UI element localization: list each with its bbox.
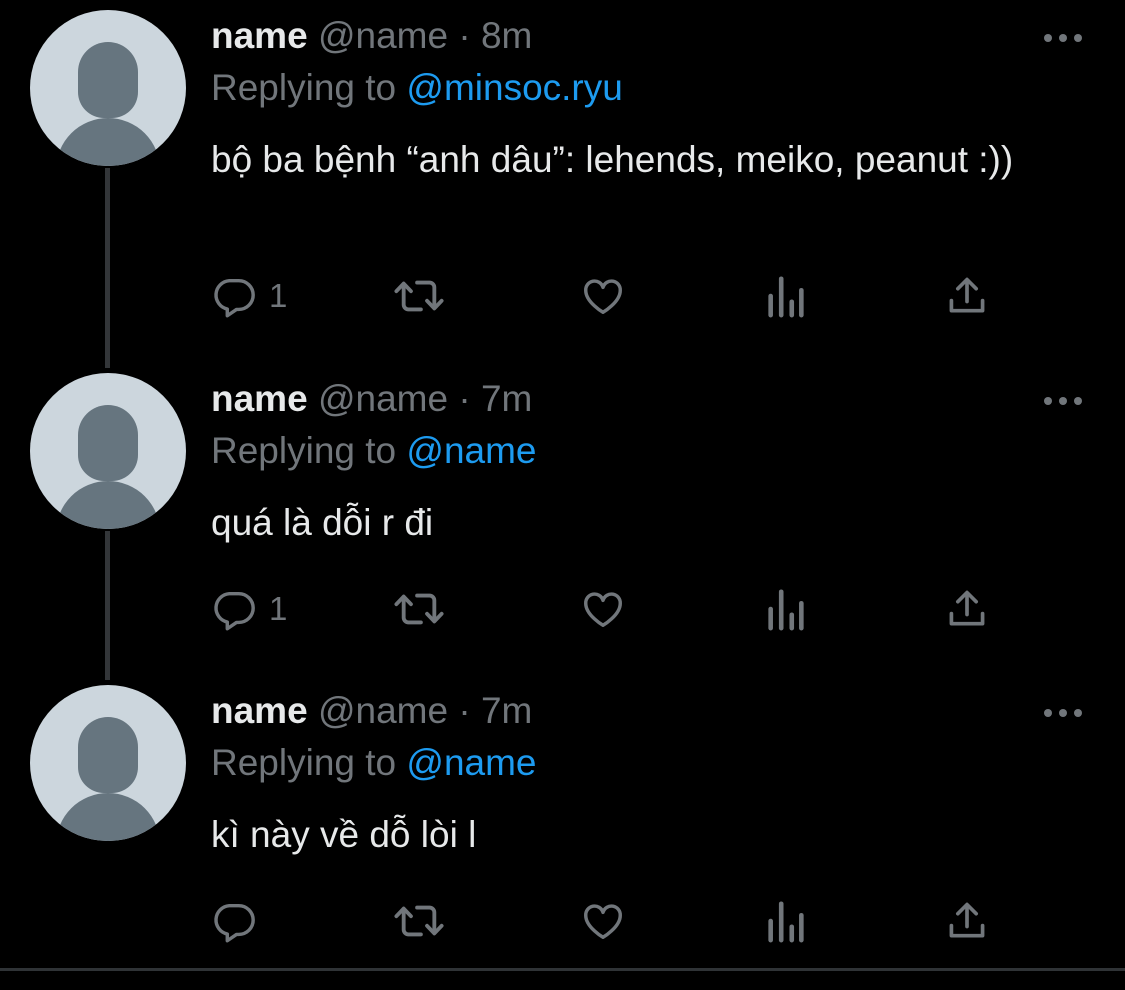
avatar[interactable] — [30, 10, 186, 166]
views-button[interactable] — [765, 891, 807, 951]
views-icon — [768, 276, 804, 318]
like-button[interactable] — [579, 891, 627, 951]
tweet-text: quá là dỗi r đi — [211, 502, 434, 543]
display-name[interactable]: name — [211, 378, 308, 419]
share-icon — [949, 277, 985, 313]
tweet-header: name @name · 7m — [211, 689, 532, 733]
user-handle[interactable]: @name — [318, 15, 448, 56]
like-button[interactable] — [579, 579, 627, 639]
avatar-head-shape — [78, 42, 138, 118]
tweet-header: name @name · 8m — [211, 14, 532, 58]
divider — [0, 968, 1125, 971]
retweet-icon — [394, 593, 444, 625]
replying-to-label: Replying to — [211, 742, 397, 783]
like-icon — [584, 279, 622, 315]
tweet[interactable]: name @name · 7m Replying to @name kì này… — [0, 675, 1125, 967]
more-options-button[interactable] — [1038, 381, 1088, 421]
more-icon — [1044, 397, 1082, 405]
display-name[interactable]: name — [211, 15, 308, 56]
retweet-button[interactable] — [391, 579, 447, 639]
reply-icon — [214, 591, 255, 631]
retweet-button[interactable] — [391, 266, 447, 326]
reply-button[interactable]: 1 — [211, 579, 287, 639]
replying-to-label: Replying to — [211, 430, 397, 471]
reply-icon — [214, 903, 255, 943]
views-icon — [768, 589, 804, 631]
separator-dot: · — [458, 690, 471, 731]
like-icon — [584, 904, 622, 940]
avatar-body-shape — [56, 793, 160, 841]
more-icon — [1044, 34, 1082, 42]
tweet-actions: 1 — [211, 579, 1011, 639]
avatar[interactable] — [30, 685, 186, 841]
tweet-text: bộ ba bệnh “anh dâu”: lehends, meiko, pe… — [211, 139, 1014, 180]
avatar-head-shape — [78, 717, 138, 793]
reply-button[interactable] — [211, 891, 269, 951]
avatar-body-shape — [56, 118, 160, 166]
timestamp[interactable]: 8m — [481, 15, 532, 56]
separator-dot: · — [458, 378, 471, 419]
separator-dot: · — [458, 15, 471, 56]
retweet-icon — [394, 280, 444, 312]
views-icon — [768, 901, 804, 943]
views-button[interactable] — [765, 579, 807, 639]
reply-thread: name @name · 8m Replying to @minsoc.ryu … — [0, 0, 1125, 990]
tweet[interactable]: name @name · 7m Replying to @name quá là… — [0, 363, 1125, 673]
share-button[interactable] — [945, 579, 989, 639]
share-button[interactable] — [945, 891, 989, 951]
tweet[interactable]: name @name · 8m Replying to @minsoc.ryu … — [0, 0, 1125, 362]
avatar-head-shape — [78, 405, 138, 481]
retweet-button[interactable] — [391, 891, 447, 951]
reply-count: 1 — [269, 590, 288, 627]
mention-link[interactable]: @name — [406, 742, 536, 783]
share-button[interactable] — [945, 266, 989, 326]
more-options-button[interactable] — [1038, 693, 1088, 733]
replying-to-label: Replying to — [211, 67, 397, 108]
tweet-header: name @name · 7m — [211, 377, 532, 421]
share-icon — [949, 902, 985, 938]
more-options-button[interactable] — [1038, 18, 1088, 58]
mention-link[interactable]: @minsoc.ryu — [406, 67, 622, 108]
reply-button[interactable]: 1 — [211, 266, 287, 326]
tweet-actions — [211, 891, 1011, 951]
display-name[interactable]: name — [211, 690, 308, 731]
replying-to: Replying to @name — [211, 741, 537, 785]
tweet-actions: 1 — [211, 266, 1011, 326]
retweet-icon — [394, 905, 444, 937]
reply-icon — [214, 278, 255, 318]
share-icon — [949, 590, 985, 626]
avatar[interactable] — [30, 373, 186, 529]
replying-to: Replying to @name — [211, 429, 537, 473]
reply-count: 1 — [269, 277, 288, 314]
more-icon — [1044, 709, 1082, 717]
user-handle[interactable]: @name — [318, 378, 448, 419]
replying-to: Replying to @minsoc.ryu — [211, 66, 623, 110]
like-button[interactable] — [579, 266, 627, 326]
like-icon — [584, 592, 622, 628]
tweet-text: kì này về dỗ lòi l — [211, 814, 477, 855]
user-handle[interactable]: @name — [318, 690, 448, 731]
avatar-body-shape — [56, 481, 160, 529]
timestamp[interactable]: 7m — [481, 690, 532, 731]
views-button[interactable] — [765, 266, 807, 326]
mention-link[interactable]: @name — [406, 430, 536, 471]
timestamp[interactable]: 7m — [481, 378, 532, 419]
